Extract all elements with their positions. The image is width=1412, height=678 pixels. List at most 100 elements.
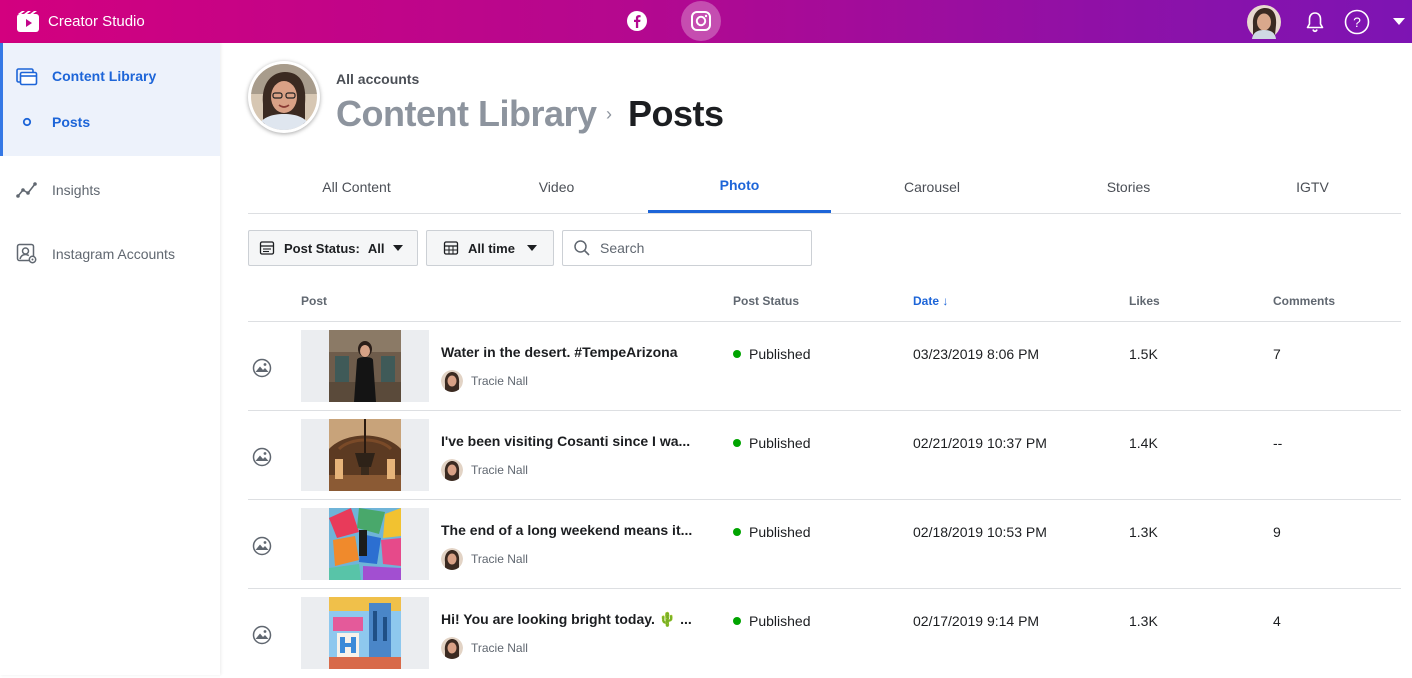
post-status-text: Published xyxy=(749,435,811,451)
post-title[interactable]: Water in the desert. #TempeArizona xyxy=(441,344,711,360)
author-avatar xyxy=(441,370,463,392)
post-comments: 4 xyxy=(1273,613,1281,629)
post-title[interactable]: Hi! You are looking bright today. 🌵 ... xyxy=(441,611,711,628)
photo-type-icon xyxy=(252,447,272,467)
app-name: Creator Studio xyxy=(48,13,145,30)
creator-studio-logo-icon xyxy=(17,10,39,32)
notifications-button[interactable] xyxy=(1300,0,1330,43)
post-status-text: Published xyxy=(749,613,811,629)
circle-icon xyxy=(16,111,38,133)
svg-text:?: ? xyxy=(1353,14,1361,30)
sidebar-item-label: Insights xyxy=(52,182,101,198)
published-dot-icon xyxy=(733,350,741,358)
post-date: 02/17/2019 9:14 PM xyxy=(913,613,1040,629)
table-row[interactable]: Hi! You are looking bright today. 🌵 ... … xyxy=(248,589,1401,678)
post-likes: 1.3K xyxy=(1129,613,1158,629)
post-title[interactable]: I've been visiting Cosanti since I wa... xyxy=(441,433,711,449)
sidebar-item-content-library[interactable]: Content Library xyxy=(16,65,156,87)
top-bar: Creator Studio ? xyxy=(0,0,1412,43)
caret-down-icon xyxy=(393,245,404,251)
account-avatar xyxy=(248,61,320,133)
post-likes: 1.4K xyxy=(1129,435,1158,451)
insights-icon xyxy=(16,179,38,201)
author-avatar xyxy=(441,637,463,659)
table-row[interactable]: Water in the desert. #TempeArizona Traci… xyxy=(248,322,1401,411)
post-comments: 7 xyxy=(1273,346,1281,362)
sidebar-item-label: Posts xyxy=(52,114,91,130)
content-type-tabs: All Content Video Photo Carousel Stories… xyxy=(248,160,1401,214)
column-header-post-status[interactable]: Post Status xyxy=(733,294,799,308)
post-thumbnail[interactable] xyxy=(329,597,401,669)
sidebar-item-instagram-accounts[interactable]: Instagram Accounts xyxy=(16,243,175,265)
column-header-likes[interactable]: Likes xyxy=(1129,294,1160,308)
tab-photo[interactable]: Photo xyxy=(648,160,831,213)
post-thumbnail[interactable] xyxy=(329,419,401,491)
facebook-platform-button[interactable] xyxy=(617,1,657,41)
sidebar-item-posts[interactable]: Posts xyxy=(16,111,90,133)
brand[interactable]: Creator Studio xyxy=(16,10,145,33)
author-avatar xyxy=(441,548,463,570)
sidebar-item-label: Content Library xyxy=(52,68,157,84)
post-status-filter[interactable]: Post Status: All xyxy=(248,230,418,266)
table-row[interactable]: The end of a long weekend means it... Tr… xyxy=(248,500,1401,589)
post-status-text: Published xyxy=(749,346,811,362)
published-dot-icon xyxy=(733,528,741,536)
tab-all-content[interactable]: All Content xyxy=(248,160,465,213)
published-dot-icon xyxy=(733,439,741,447)
calendar-icon xyxy=(443,241,459,255)
account-menu-button[interactable] xyxy=(1389,0,1409,43)
profile-avatar-button[interactable] xyxy=(1247,0,1281,43)
author-avatar xyxy=(441,459,463,481)
post-likes: 1.3K xyxy=(1129,524,1158,540)
post-comments: -- xyxy=(1273,435,1283,451)
published-dot-icon xyxy=(733,617,741,625)
sidebar-item-insights[interactable]: Insights xyxy=(16,179,100,201)
photo-type-icon xyxy=(252,358,272,378)
post-title[interactable]: The end of a long weekend means it... xyxy=(441,522,711,538)
column-header-comments[interactable]: Comments xyxy=(1273,294,1335,308)
sidebar-item-label: Instagram Accounts xyxy=(52,246,175,262)
tab-igtv[interactable]: IGTV xyxy=(1224,160,1401,213)
breadcrumb-parent[interactable]: Content Library xyxy=(336,93,597,135)
post-status: Published xyxy=(733,435,811,451)
sidebar: Content Library Posts Insights Instagram… xyxy=(0,43,220,675)
search-input[interactable] xyxy=(600,240,800,256)
tab-video[interactable]: Video xyxy=(465,160,648,213)
author-name: Tracie Nall xyxy=(471,374,528,388)
accounts-label: All accounts xyxy=(336,71,420,87)
post-status-text: Published xyxy=(749,524,811,540)
post-status: Published xyxy=(733,613,811,629)
instagram-platform-button[interactable] xyxy=(681,1,721,41)
post-likes: 1.5K xyxy=(1129,346,1158,362)
help-icon: ? xyxy=(1344,9,1370,34)
post-status: Published xyxy=(733,346,811,362)
page-title: Posts xyxy=(628,93,724,134)
time-range-filter[interactable]: All time xyxy=(426,230,554,266)
post-status-label: Post Status: xyxy=(284,240,360,256)
facebook-icon xyxy=(627,11,647,31)
instagram-accounts-icon xyxy=(16,243,38,265)
instagram-icon xyxy=(691,11,711,31)
post-comments: 9 xyxy=(1273,524,1281,540)
post-status-value: All xyxy=(367,240,385,256)
photo-type-icon xyxy=(252,536,272,556)
table-row[interactable]: I've been visiting Cosanti since I wa...… xyxy=(248,411,1401,500)
author-name: Tracie Nall xyxy=(471,641,528,655)
author-name: Tracie Nall xyxy=(471,463,528,477)
post-thumbnail[interactable] xyxy=(329,330,401,402)
post-status-icon xyxy=(259,241,275,255)
post-date: 02/21/2019 10:37 PM xyxy=(913,435,1047,451)
caret-down-icon xyxy=(1393,17,1405,25)
column-header-date[interactable]: Date ↓ xyxy=(913,294,948,308)
column-header-post: Post xyxy=(301,294,328,308)
help-button[interactable]: ? xyxy=(1342,0,1372,43)
post-thumbnail[interactable] xyxy=(329,508,401,580)
post-date: 02/18/2019 10:53 PM xyxy=(913,524,1047,540)
caret-down-icon xyxy=(526,245,537,251)
tab-stories[interactable]: Stories xyxy=(1033,160,1224,213)
post-date: 03/23/2019 8:06 PM xyxy=(913,346,1040,362)
tab-carousel[interactable]: Carousel xyxy=(831,160,1033,213)
sidebar-active-section xyxy=(0,43,220,156)
search-icon xyxy=(574,240,590,256)
search-box[interactable] xyxy=(562,230,812,266)
